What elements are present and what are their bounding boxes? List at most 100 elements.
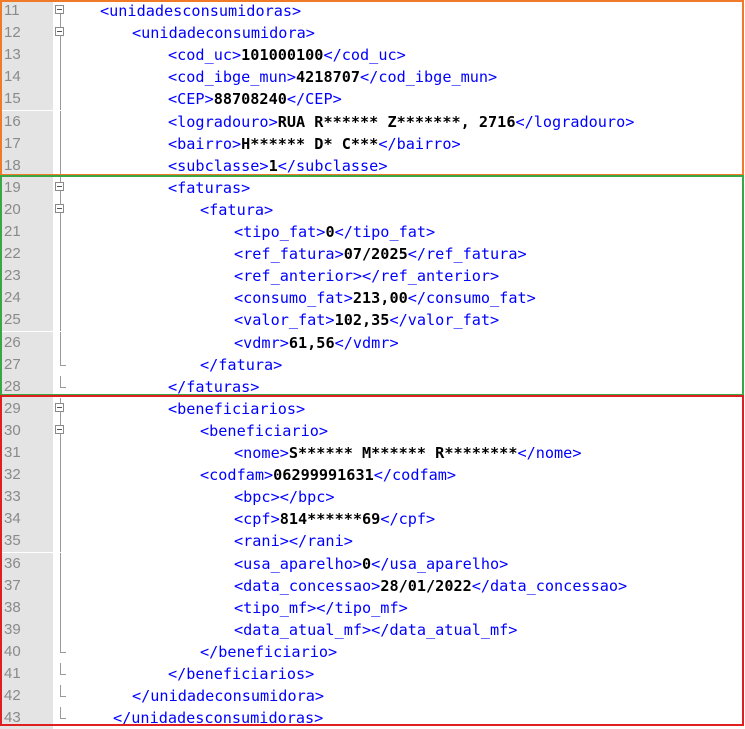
fold-guide-line	[55, 508, 67, 531]
xml-tag: <valor_fat>	[234, 311, 335, 330]
code-text: <beneficiarios>	[168, 398, 305, 420]
xml-tag: </cpf>	[380, 510, 436, 529]
fold-guide-line	[55, 154, 67, 177]
code-text: <nome>S****** M****** R********</nome>	[234, 442, 581, 464]
fold-collapse-icon[interactable]	[55, 0, 67, 22]
code-line[interactable]: 25 <valor_fat>102,35</valor_fat>	[0, 309, 745, 332]
code-text: <unidadeconsumidora>	[132, 22, 315, 44]
xml-tag: </consumo_fat>	[407, 289, 536, 308]
code-line[interactable]: 24 <consumo_fat>213,00</consumo_fat>	[0, 287, 745, 310]
code-line[interactable]: 39 <data_atual_mf></data_atual_mf>	[0, 618, 745, 641]
line-number: 42	[0, 685, 53, 708]
line-number: 37	[0, 574, 53, 597]
xml-tag: <faturas>	[168, 178, 251, 197]
code-text: </beneficiario>	[200, 641, 337, 663]
code-text: <fatura>	[200, 199, 273, 221]
xml-value: S****** M****** R********	[288, 444, 518, 462]
code-line[interactable]: 28 </faturas>	[0, 375, 745, 398]
line-number: 30	[0, 419, 53, 442]
xml-value: 814******69	[279, 510, 381, 529]
code-text: <bpc></bpc>	[234, 486, 335, 508]
code-line[interactable]: 12 <unidadeconsumidora>	[0, 22, 745, 45]
xml-value: RUA R****** Z*******, 2716	[277, 112, 516, 131]
code-text: <bairro>H****** D* C***</bairro>	[168, 133, 461, 155]
xml-value: 07/2025	[343, 245, 408, 264]
code-line[interactable]: 33 <bpc></bpc>	[0, 486, 745, 509]
xml-tag: <CEP>	[168, 90, 214, 109]
xml-value: 28/01/2022	[380, 576, 472, 595]
xml-tag: <logradouro>	[168, 112, 278, 131]
line-number: 27	[0, 353, 53, 376]
fold-guide-line	[55, 464, 67, 487]
code-line[interactable]: 22 <ref_fatura>07/2025</ref_fatura>	[0, 243, 745, 266]
code-line[interactable]: 30 <beneficiario>	[0, 419, 745, 442]
code-text: </faturas>	[168, 376, 259, 398]
fold-end-marker	[55, 685, 67, 707]
xml-value: 61,56	[288, 333, 335, 352]
code-line[interactable]: 41 </beneficiarios>	[0, 663, 745, 686]
code-text: </unidadeconsumidora>	[132, 685, 324, 707]
code-line[interactable]: 42 </unidadeconsumidora>	[0, 685, 745, 708]
xml-tag: <nome>	[234, 444, 289, 462]
line-number: 16	[0, 110, 53, 133]
fold-guide-line	[55, 596, 67, 619]
xml-tag: <unidadesconsumidoras>	[100, 2, 302, 20]
fold-collapse-icon[interactable]	[55, 419, 67, 442]
code-line[interactable]: 17 <bairro>H****** D* C***</bairro>	[0, 132, 745, 155]
line-number: 15	[0, 88, 53, 111]
code-text: <tipo_fat>0</tipo_fat>	[234, 221, 435, 243]
fold-collapse-icon[interactable]	[55, 22, 67, 45]
xml-tag: </nome>	[517, 444, 582, 462]
xml-tag: <cod_uc>	[168, 46, 242, 65]
code-line[interactable]: 23 <ref_anterior></ref_anterior>	[0, 265, 745, 288]
code-text: <ref_fatura>07/2025</ref_fatura>	[234, 243, 527, 265]
code-line[interactable]: 32 <codfam>06299991631</codfam>	[0, 464, 745, 487]
xml-tag: <subclasse>	[168, 156, 269, 175]
code-line[interactable]: 40 </beneficiario>	[0, 640, 745, 663]
fold-collapse-icon[interactable]	[55, 176, 67, 199]
code-line[interactable]: 18 <subclasse>1</subclasse>	[0, 154, 745, 177]
code-line[interactable]: 35 <rani></rani>	[0, 530, 745, 553]
xml-value: H****** D* C***	[241, 134, 379, 153]
line-number: 23	[0, 265, 53, 288]
code-line[interactable]: 19 <faturas>	[0, 176, 745, 199]
fold-collapse-icon[interactable]	[55, 397, 67, 420]
code-line[interactable]: 14 <cod_ibge_mun>4218707</cod_ibge_mun>	[0, 66, 745, 89]
code-line[interactable]: 26 <vdmr>61,56</vdmr>	[0, 331, 745, 354]
xml-tag: <tipo_fat>	[234, 223, 326, 241]
code-line[interactable]: 15 <CEP>88708240</CEP>	[0, 88, 745, 111]
code-line[interactable]: 38 <tipo_mf></tipo_mf>	[0, 596, 745, 619]
code-line[interactable]: 31 <nome>S****** M****** R********</nome>	[0, 442, 745, 465]
xml-value: 88708240	[213, 90, 287, 109]
code-text: <faturas>	[168, 177, 250, 199]
xml-tag: <tipo_mf></tipo_mf>	[234, 598, 408, 617]
code-text: <beneficiario>	[200, 420, 328, 442]
line-number: 38	[0, 596, 53, 619]
line-number: 14	[0, 66, 53, 89]
line-number: 21	[0, 221, 53, 244]
fold-end-marker	[55, 640, 67, 663]
code-text: <rani></rani>	[234, 530, 353, 552]
code-line[interactable]: 21 <tipo_fat>0</tipo_fat>	[0, 221, 745, 244]
code-line[interactable]: 37 <data_concessao>28/01/2022</data_conce…	[0, 574, 745, 597]
fold-guide-line	[55, 309, 67, 332]
xml-tag: </codfam>	[373, 466, 457, 485]
xml-tag: <bairro>	[168, 134, 242, 153]
code-line[interactable]: 29 <beneficiarios>	[0, 397, 745, 420]
fold-guide-line	[55, 287, 67, 310]
code-line[interactable]: 16 <logradouro>RUA R****** Z*******, 2716…	[0, 110, 745, 133]
code-line[interactable]: 36 <usa_aparelho>0</usa_aparelho>	[0, 552, 745, 575]
fold-guide-line	[55, 265, 67, 288]
xml-tag: <beneficiario>	[200, 421, 329, 440]
code-line[interactable]: 34 <cpf>814******69</cpf>	[0, 508, 745, 531]
code-line[interactable]: 20 <fatura>	[0, 198, 745, 221]
xml-editor[interactable]: 11 <unidadesconsumidoras> 12 <unidadeconsum…	[0, 0, 745, 729]
code-line[interactable]: 11 <unidadesconsumidoras>	[0, 0, 745, 23]
line-number: 12	[0, 22, 53, 45]
code-line[interactable]: 13 <cod_uc>101000100</cod_uc>	[0, 44, 745, 67]
fold-collapse-icon[interactable]	[55, 198, 67, 221]
xml-tag: </unidadeconsumidora>	[132, 687, 325, 706]
line-number: 34	[0, 508, 53, 531]
xml-tag: <data_concessao>	[234, 576, 381, 595]
code-line[interactable]: 27 </fatura>	[0, 353, 745, 376]
